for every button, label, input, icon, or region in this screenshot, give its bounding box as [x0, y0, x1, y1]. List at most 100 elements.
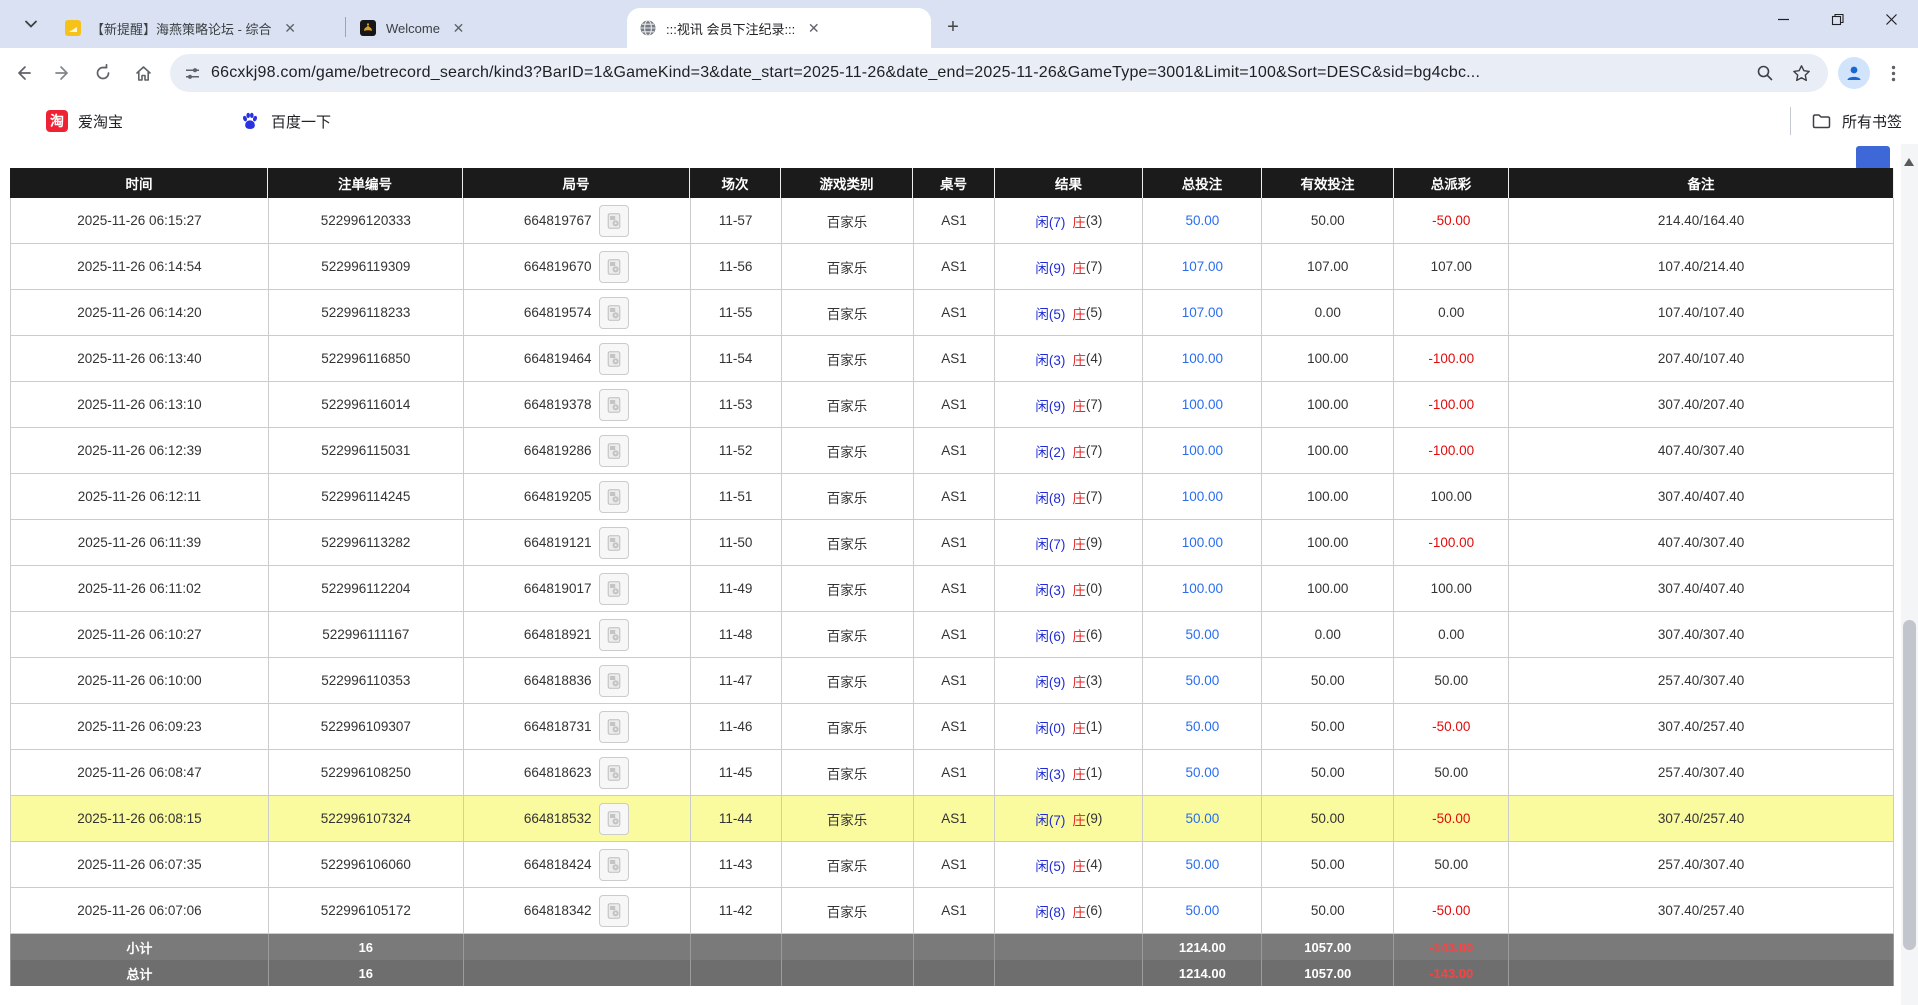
- bookmark-baidu[interactable]: 百度一下: [239, 110, 331, 132]
- cell-time: 2025-11-26 06:12:39: [11, 428, 269, 473]
- cell-total-bet[interactable]: 50.00: [1143, 888, 1262, 933]
- new-tab-button[interactable]: +: [939, 13, 967, 41]
- tab-bet-records-active[interactable]: :::视讯 会员下注纪录::: ✕: [627, 8, 931, 48]
- cell-table-no: AS1: [914, 704, 996, 749]
- video-replay-button[interactable]: [599, 527, 629, 559]
- refresh-icon[interactable]: [86, 56, 120, 90]
- video-replay-button[interactable]: [599, 389, 629, 421]
- video-replay-button[interactable]: [599, 757, 629, 789]
- cell-total-bet[interactable]: 100.00: [1143, 336, 1262, 381]
- cell-remark: 307.40/307.40: [1509, 612, 1894, 657]
- video-replay-button[interactable]: [599, 665, 629, 697]
- video-replay-button[interactable]: [599, 895, 629, 927]
- video-replay-button[interactable]: [599, 297, 629, 329]
- round-number: 664818532: [524, 811, 592, 826]
- profile-avatar[interactable]: [1838, 57, 1870, 89]
- video-replay-button[interactable]: [599, 573, 629, 605]
- cell-game-type: 百家乐: [782, 336, 914, 381]
- tab-welcome[interactable]: Welcome ✕: [347, 8, 627, 48]
- close-tab-icon[interactable]: ✕: [282, 20, 299, 37]
- page-scrollbar[interactable]: [1901, 144, 1918, 1005]
- cell-game-type: 百家乐: [782, 750, 914, 795]
- cell-result: 闲(9)庄(7): [995, 382, 1143, 427]
- subtotal-valid-bet: 1057.00: [1262, 934, 1394, 960]
- cell-total-bet[interactable]: 50.00: [1143, 796, 1262, 841]
- cell-total-bet[interactable]: 50.00: [1143, 612, 1262, 657]
- cell-result: 闲(5)庄(4): [995, 842, 1143, 887]
- result-player: 闲(3): [1035, 579, 1065, 599]
- close-tab-icon[interactable]: ✕: [450, 20, 467, 37]
- cell-total-bet[interactable]: 107.00: [1143, 244, 1262, 289]
- video-replay-button[interactable]: [599, 849, 629, 881]
- all-bookmarks-label[interactable]: 所有书签: [1842, 111, 1902, 132]
- browser-toolbar: 66cxkj98.com/game/betrecord_search/kind3…: [0, 48, 1918, 98]
- round-number: 664818921: [524, 627, 592, 642]
- restore-icon[interactable]: [1822, 6, 1852, 32]
- browser-menu-icon[interactable]: [1878, 58, 1908, 88]
- cell-valid-bet: 100.00: [1262, 382, 1394, 427]
- cell-total-bet[interactable]: 50.00: [1143, 198, 1262, 243]
- cell-game-type: 百家乐: [782, 198, 914, 243]
- video-replay-button[interactable]: [599, 205, 629, 237]
- video-replay-button[interactable]: [599, 251, 629, 283]
- cell-total-bet[interactable]: 100.00: [1143, 566, 1262, 611]
- cell-total-bet[interactable]: 50.00: [1143, 842, 1262, 887]
- cell-result: 闲(3)庄(1): [995, 750, 1143, 795]
- cell-valid-bet: 100.00: [1262, 520, 1394, 565]
- video-replay-button[interactable]: [599, 711, 629, 743]
- cell-result: 闲(9)庄(7): [995, 244, 1143, 289]
- cell-result: 闲(7)庄(9): [995, 796, 1143, 841]
- url-bar[interactable]: 66cxkj98.com/game/betrecord_search/kind3…: [170, 54, 1828, 92]
- zoom-icon[interactable]: [1750, 58, 1780, 88]
- tab-forum[interactable]: 【新提醒】海燕策略论坛 - 综合 ✕: [52, 8, 344, 48]
- bookmark-label: 爱淘宝: [78, 111, 123, 132]
- cell-valid-bet: 100.00: [1262, 336, 1394, 381]
- cell-total-bet[interactable]: 107.00: [1143, 290, 1262, 335]
- cell-remark: 407.40/307.40: [1509, 520, 1894, 565]
- cell-total-bet[interactable]: 100.00: [1143, 382, 1262, 427]
- back-icon[interactable]: [6, 56, 40, 90]
- subtotal-row: 小计 16 1214.00 1057.00 -143.00: [10, 934, 1894, 960]
- result-banker-points: (7): [1086, 443, 1103, 458]
- cell-table-no: AS1: [914, 520, 996, 565]
- close-tab-icon[interactable]: ✕: [805, 20, 822, 37]
- bookmarks-bar: 淘 爱淘宝 百度一下 所有书签: [0, 98, 1918, 144]
- cell-time: 2025-11-26 06:12:11: [11, 474, 269, 519]
- cell-remark: 307.40/257.40: [1509, 704, 1894, 749]
- scrollbar-thumb[interactable]: [1903, 620, 1916, 950]
- bookmark-star-icon[interactable]: [1786, 58, 1816, 88]
- video-replay-button[interactable]: [599, 435, 629, 467]
- cell-total-bet[interactable]: 100.00: [1143, 428, 1262, 473]
- cell-valid-bet: 50.00: [1262, 842, 1394, 887]
- cell-total-bet[interactable]: 50.00: [1143, 704, 1262, 749]
- bookmark-aitaobao[interactable]: 淘 爱淘宝: [46, 110, 123, 132]
- cell-valid-bet: 50.00: [1262, 888, 1394, 933]
- cell-total-bet[interactable]: 100.00: [1143, 520, 1262, 565]
- home-icon[interactable]: [126, 56, 160, 90]
- round-number: 664819286: [524, 443, 592, 458]
- forward-icon[interactable]: [46, 56, 80, 90]
- site-info-icon[interactable]: [184, 65, 201, 82]
- cell-bet-id: 522996108250: [269, 750, 464, 795]
- close-window-icon[interactable]: [1876, 6, 1906, 32]
- result-banker-points: (7): [1086, 259, 1103, 274]
- partial-blue-button[interactable]: [1856, 146, 1890, 170]
- minimize-icon[interactable]: [1768, 6, 1798, 32]
- cell-result: 闲(2)庄(7): [995, 428, 1143, 473]
- cell-remark: 307.40/257.40: [1509, 888, 1894, 933]
- cell-result: 闲(3)庄(4): [995, 336, 1143, 381]
- scroll-up-arrow-icon[interactable]: [1904, 158, 1914, 166]
- tab-search-chevron-icon[interactable]: [14, 7, 48, 41]
- table-row: 2025-11-26 06:09:23522996109307664818731…: [10, 704, 1894, 750]
- cell-total-bet[interactable]: 50.00: [1143, 658, 1262, 703]
- video-replay-button[interactable]: [599, 619, 629, 651]
- cell-payout: -50.00: [1394, 888, 1509, 933]
- video-replay-button[interactable]: [599, 343, 629, 375]
- column-header: 注单编号: [268, 168, 463, 198]
- cell-total-bet[interactable]: 100.00: [1143, 474, 1262, 519]
- video-replay-button[interactable]: [599, 481, 629, 513]
- result-banker: 庄: [1072, 809, 1086, 829]
- video-replay-button[interactable]: [599, 803, 629, 835]
- url-text[interactable]: 66cxkj98.com/game/betrecord_search/kind3…: [211, 64, 1744, 82]
- cell-total-bet[interactable]: 50.00: [1143, 750, 1262, 795]
